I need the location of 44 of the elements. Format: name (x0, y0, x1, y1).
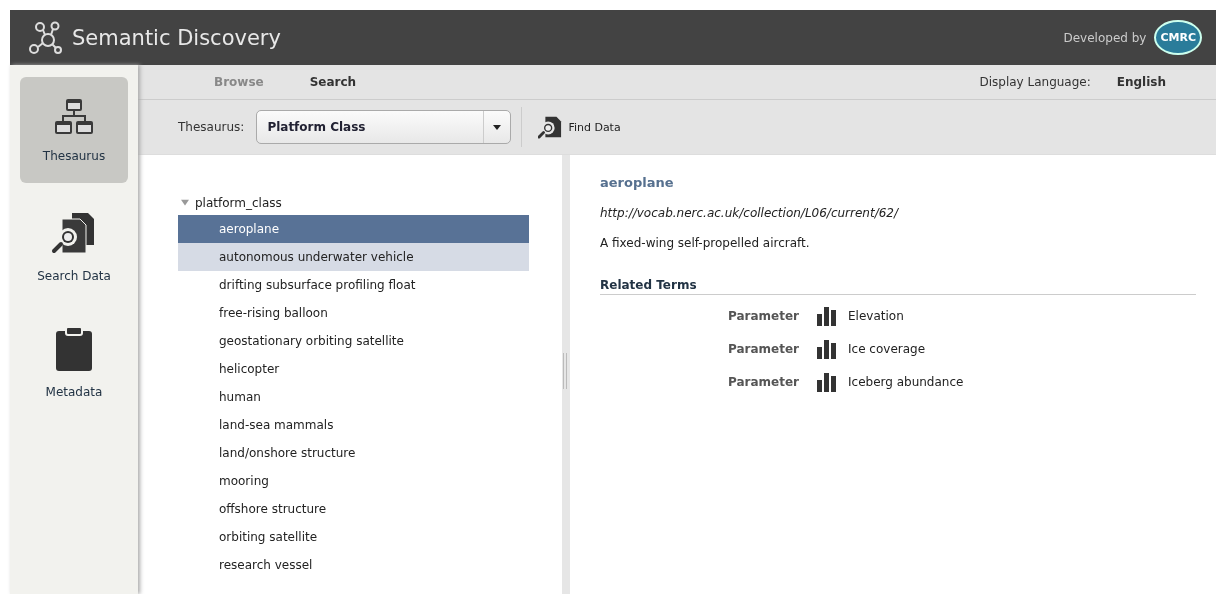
developer-credit: Developed by (1063, 30, 1147, 45)
tree-item[interactable]: research vessel (178, 551, 529, 579)
tree-item[interactable]: autonomous underwater vehicle (178, 243, 529, 271)
language-selector[interactable]: English (1110, 74, 1172, 90)
related-terms-heading: Related Terms (600, 278, 1196, 295)
tree-node[interactable]: platform_class (178, 191, 562, 215)
tree-item[interactable]: free-rising balloon (178, 299, 529, 327)
tree-item[interactable]: offshore structure (178, 495, 529, 523)
related-term-link[interactable]: Iceberg abundance (848, 374, 964, 389)
document-search-icon (538, 115, 563, 139)
app-title: Semantic Discovery (72, 25, 281, 50)
term-uri: http://vocab.nerc.ac.uk/collection/L06/current/62/ (600, 206, 900, 220)
display-language-label: Display Language: (979, 75, 1091, 89)
bar-chart-icon (816, 338, 838, 359)
expanded-triangle-icon (180, 199, 190, 207)
related-term-link[interactable]: Elevation (848, 308, 904, 323)
sidebar-item[interactable]: Metadata (20, 309, 128, 415)
tree-item[interactable]: drifting subsurface profiling float (178, 271, 529, 299)
related-type: Parameter (728, 341, 801, 356)
caret-icon (493, 124, 502, 130)
term-definition: A fixed-wing self-propelled aircraft. (600, 236, 811, 250)
tree-item[interactable]: land/onshore structure (178, 439, 529, 467)
cmrc-logo: CMRC (1154, 20, 1202, 55)
find-data-button[interactable]: Find Data (532, 114, 627, 140)
tab[interactable]: Search (293, 75, 373, 89)
bar-chart-icon (816, 371, 838, 392)
tree-item[interactable]: land-sea mammals (178, 411, 529, 439)
bar-chart-icon (816, 305, 838, 326)
tree-item[interactable]: human (178, 383, 529, 411)
related-type: Parameter (728, 374, 801, 389)
term-title: aeroplane (600, 175, 675, 190)
thesaurus-label: Thesaurus: (178, 120, 245, 134)
sidebar-item[interactable]: Search Data (20, 193, 128, 299)
tree-item[interactable]: mooring (178, 467, 529, 495)
tree-item[interactable]: orbiting satellite (178, 523, 529, 551)
thesaurus-dropdown[interactable]: Platform Class (256, 110, 512, 144)
tree-item[interactable]: geostationary orbiting satellite (178, 327, 529, 355)
related-type: Parameter (728, 308, 801, 323)
tree-item[interactable]: aeroplane (178, 215, 529, 243)
hierarchy-icon (54, 97, 94, 137)
splitter-handle[interactable] (563, 353, 567, 389)
tree-item[interactable]: helicopter (178, 355, 529, 383)
sidebar-item[interactable]: Thesaurus (20, 77, 128, 183)
related-term-link[interactable]: Ice coverage (848, 341, 926, 356)
